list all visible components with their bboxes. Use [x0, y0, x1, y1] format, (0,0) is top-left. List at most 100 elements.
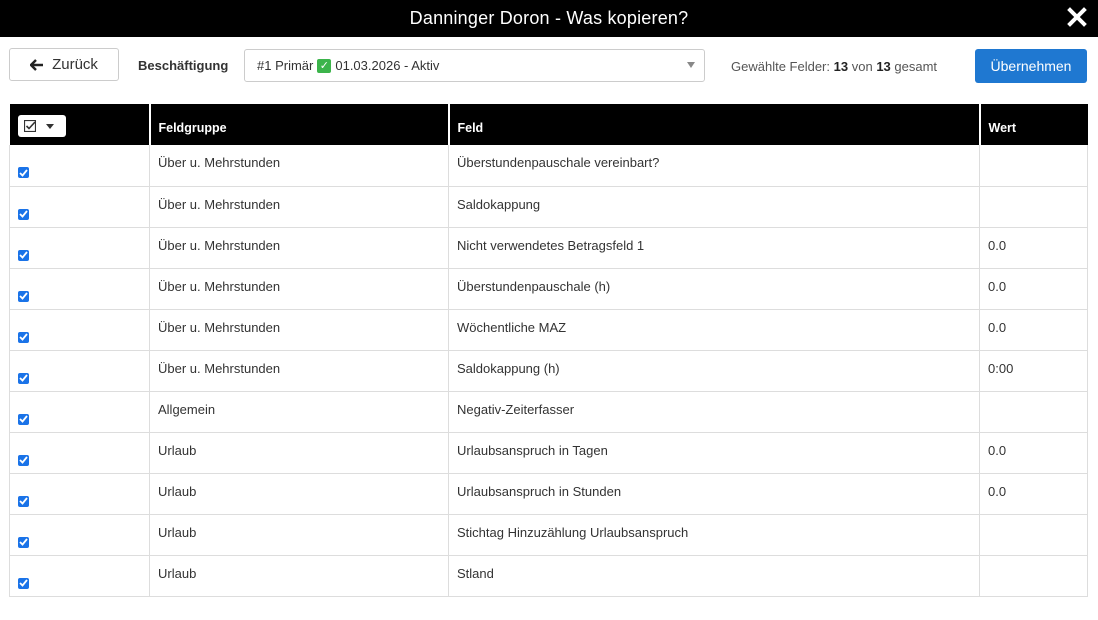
caret-down-icon: [45, 123, 54, 129]
table-row: Urlaub Stichtag Hinzuzählung Urlaubsanspr…: [9, 514, 1088, 555]
row-value: [979, 145, 1088, 186]
table-row: Über u. Mehrstunden Nicht verwendetes Bet…: [9, 227, 1088, 268]
checkmark-icon: [19, 210, 28, 218]
table-row: Über u. Mehrstunden Überstundenpauschale …: [9, 268, 1088, 309]
checkbox-checked-icon: [23, 120, 36, 132]
row-checkbox[interactable]: [18, 290, 29, 302]
row-checkbox[interactable]: [18, 331, 29, 343]
row-field: Negativ-Zeiterfasser: [448, 391, 980, 432]
row-checkbox-cell: [9, 432, 150, 473]
row-field: Wöchentliche MAZ: [448, 309, 980, 350]
checkmark-icon: [19, 497, 28, 505]
checkmark-icon: [19, 292, 28, 300]
row-value: [979, 555, 1088, 596]
employment-select-suffix: 01.03.2026 - Aktiv: [335, 58, 440, 73]
selected-of: von: [851, 59, 873, 74]
table-row: Urlaub Urlaubsanspruch in Stunden 0.0: [9, 473, 1088, 514]
row-checkbox-cell: [9, 227, 150, 268]
employment-select-prefix: #1 Primär: [257, 58, 314, 73]
row-field: Saldokappung (h): [448, 350, 980, 391]
employment-label: Beschäftigung: [138, 58, 229, 73]
checkmark-icon: [19, 538, 28, 546]
row-group: Über u. Mehrstunden: [149, 309, 449, 350]
check-mark-icon: ✓: [317, 58, 332, 73]
row-checkbox[interactable]: [18, 208, 29, 220]
row-checkbox[interactable]: [18, 495, 29, 507]
selected-total: 13: [876, 59, 891, 74]
row-group: Über u. Mehrstunden: [149, 145, 449, 186]
checkmark-icon: [19, 333, 28, 341]
fields-table: Feldgruppe Feld Wert Über u. Mehrstunden…: [9, 104, 1088, 597]
table-row: Über u. Mehrstunden Saldokappung: [9, 186, 1088, 227]
row-checkbox[interactable]: [18, 454, 29, 466]
row-field: Saldokappung: [448, 186, 980, 227]
table-row: Über u. Mehrstunden Saldokappung (h) 0:00: [9, 350, 1088, 391]
row-checkbox-cell: [9, 268, 150, 309]
back-button-label: Zurück: [52, 56, 98, 73]
row-value: [979, 391, 1088, 432]
checkmark-icon: [19, 579, 28, 587]
row-checkbox-cell: [9, 391, 150, 432]
checkmark-icon: [19, 415, 28, 423]
selected-fields-info: Gewählte Felder: 13 von 13 gesamt: [731, 59, 937, 74]
row-group: Urlaub: [149, 473, 449, 514]
row-checkbox[interactable]: [18, 372, 29, 384]
row-group: Urlaub: [149, 555, 449, 596]
selected-suffix: gesamt: [894, 59, 938, 74]
row-checkbox-cell: [9, 555, 150, 596]
row-group: Über u. Mehrstunden: [149, 268, 449, 309]
row-value: [979, 514, 1088, 555]
row-field: Stichtag Hinzuzählung Urlaubsanspruch: [448, 514, 980, 555]
row-value: [979, 186, 1088, 227]
row-checkbox-cell: [9, 309, 150, 350]
header-select-cell: [10, 104, 150, 145]
apply-button-label: Übernehmen: [990, 58, 1072, 74]
row-checkbox-cell: [9, 186, 150, 227]
checkmark-icon: [19, 251, 28, 259]
row-field: Stland: [448, 555, 980, 596]
selected-count: 13: [833, 59, 849, 74]
row-field: Urlaubsanspruch in Stunden: [448, 473, 980, 514]
row-value: 0:00: [979, 350, 1088, 391]
header-value: Wert: [978, 104, 1088, 145]
row-value: 0.0: [979, 432, 1088, 473]
row-group: Urlaub: [149, 514, 449, 555]
close-icon[interactable]: [1066, 6, 1088, 28]
row-checkbox[interactable]: [18, 167, 29, 178]
selected-prefix: Gewählte Felder:: [731, 59, 830, 74]
row-checkbox[interactable]: [18, 536, 29, 548]
row-value: 0.0: [979, 309, 1088, 350]
row-checkbox[interactable]: [18, 413, 29, 425]
row-checkbox-cell: [9, 514, 150, 555]
row-field: Nicht verwendetes Betragsfeld 1: [448, 227, 980, 268]
chevron-down-icon: [687, 62, 695, 68]
row-checkbox[interactable]: [18, 249, 29, 261]
checkmark-icon: [19, 374, 28, 382]
table-row: Allgemein Negativ-Zeiterfasser: [9, 391, 1088, 432]
row-group: Urlaub: [149, 432, 449, 473]
row-group: Über u. Mehrstunden: [149, 186, 449, 227]
row-field: Urlaubsanspruch in Tagen: [448, 432, 980, 473]
table-row: Über u. Mehrstunden Wöchentliche MAZ 0.0: [9, 309, 1088, 350]
table-row: Über u. Mehrstunden Überstundenpauschale …: [9, 145, 1088, 186]
checkmark-icon: [19, 456, 28, 464]
dialog-title: Danninger Doron - Was kopieren?: [409, 8, 689, 28]
row-checkbox-cell: [9, 350, 150, 391]
row-field: Überstundenpauschale (h): [448, 268, 980, 309]
row-field: Überstundenpauschale vereinbart?: [448, 145, 980, 186]
row-value: 0.0: [979, 227, 1088, 268]
employment-select[interactable]: #1 Primär ✓ 01.03.2026 - Aktiv: [244, 49, 705, 82]
arrow-left-icon: [30, 58, 44, 71]
dialog-titlebar: Danninger Doron - Was kopieren?: [0, 0, 1098, 37]
row-checkbox-cell: [9, 473, 150, 514]
toolbar: Zurück Beschäftigung #1 Primär ✓ 01.03.2…: [0, 37, 1098, 104]
table-row: Urlaub Urlaubsanspruch in Tagen 0.0: [9, 432, 1088, 473]
back-button[interactable]: Zurück: [9, 48, 119, 81]
row-checkbox[interactable]: [18, 577, 29, 589]
row-value: 0.0: [979, 473, 1088, 514]
row-value: 0.0: [979, 268, 1088, 309]
select-all-dropdown[interactable]: [17, 115, 66, 137]
table-row: Urlaub Stland: [9, 555, 1088, 596]
row-group: Allgemein: [149, 391, 449, 432]
apply-button[interactable]: Übernehmen: [975, 49, 1087, 83]
